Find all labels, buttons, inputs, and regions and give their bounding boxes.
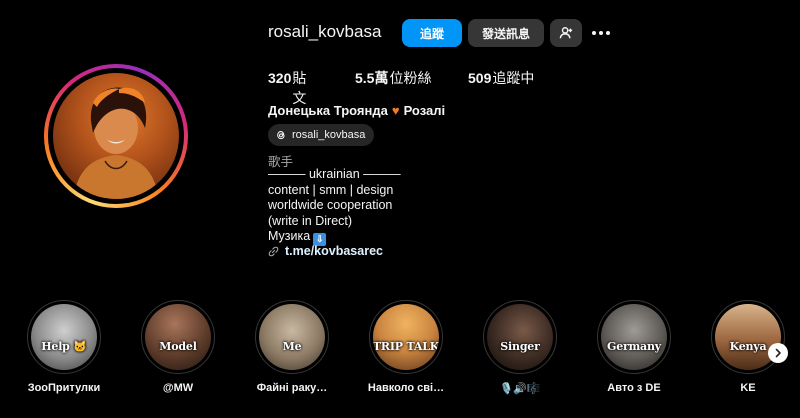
highlight-item[interactable]: Help 🐱 ЗооПритулки [19, 300, 109, 394]
highlight-ring: Germany [597, 300, 671, 374]
profile-username: rosali_kovbasa [268, 22, 382, 41]
full-name-suffix: Розалі [403, 103, 446, 118]
highlight-cover-text: Me [282, 339, 302, 353]
highlight-cover: Model [145, 304, 211, 370]
link-text: t.me/kovbasarec [285, 244, 383, 258]
bio-music-text: Музика [268, 229, 311, 243]
dot [599, 31, 603, 35]
highlight-cover: Me [259, 304, 325, 370]
highlight-cover: Help 🐱 [31, 304, 97, 370]
add-person-icon [559, 27, 573, 39]
profile-bio: ——— ukrainian ——— content | smm | design… [268, 167, 401, 246]
chevron-right-icon [775, 348, 781, 358]
highlight-item[interactable]: Germany Авто з DE [589, 300, 679, 394]
highlight-label: @MW [162, 382, 194, 394]
posts-label: 貼文 [292, 70, 307, 106]
profile-full-name: Донецька Троянда ♥ Розалі [268, 103, 445, 118]
highlight-label: 🎙️🔊🎼 [499, 383, 541, 395]
highlight-ring: Me [255, 300, 329, 374]
dot [592, 31, 596, 35]
highlight-item[interactable]: TRIP TALK Навколо сві… [361, 300, 451, 394]
highlight-ring: Help 🐱 [27, 300, 101, 374]
avatar[interactable] [53, 73, 179, 199]
highlight-item[interactable]: Model @MW [133, 300, 223, 394]
highlight-cover-text: TRIP TALK [373, 339, 439, 353]
threads-handle: rosali_kovbasa [292, 129, 366, 141]
highlight-label: Файні раку… [256, 382, 328, 394]
bio-line: (write in Direct) [268, 213, 353, 228]
highlight-ring: TRIP TALK [369, 300, 443, 374]
bio-line: content | smm | design [268, 182, 394, 197]
highlight-ring: Model [141, 300, 215, 374]
highlight-label: KE [740, 382, 756, 394]
bio-line: ——— ukrainian ——— [268, 167, 401, 181]
threads-icon [277, 131, 285, 140]
highlight-cover: Singer [487, 304, 553, 370]
highlight-cover-text: Germany [607, 339, 661, 353]
full-name-text: Донецька Троянда [268, 103, 388, 118]
followers-number: 5.5萬 [355, 70, 389, 86]
highlight-cover: Germany [601, 304, 667, 370]
posts-number: 320 [268, 70, 292, 86]
suggested-users-button[interactable] [550, 19, 582, 47]
highlights-next-button[interactable] [768, 343, 788, 363]
avatar-illustration [73, 87, 159, 199]
profile-external-link[interactable]: t.me/kovbasarec [268, 244, 383, 258]
posts-count: 320 貼文 [268, 68, 306, 108]
highlight-cover: TRIP TALK [373, 304, 439, 370]
followers-link[interactable]: 5.5萬 位粉絲 [355, 68, 431, 88]
followers-label: 位粉絲 [389, 70, 432, 86]
highlight-label: Навколо сві… [367, 382, 445, 394]
highlight-item[interactable]: Singer 🎙️🔊🎼 [475, 300, 565, 395]
following-label: 追蹤中 [492, 70, 535, 86]
highlight-item[interactable]: Me Файні раку… [247, 300, 337, 394]
threads-link-badge[interactable]: rosali_kovbasa [268, 124, 375, 146]
highlight-cover-text: Kenya [729, 339, 767, 353]
orange-heart-icon: ♥ [391, 103, 400, 118]
highlight-ring: Kenya [711, 300, 785, 374]
profile-avatar-ring[interactable] [44, 64, 188, 208]
following-number: 509 [468, 70, 492, 86]
highlight-ring: Singer [483, 300, 557, 374]
highlight-label: ЗооПритулки [27, 382, 101, 394]
story-highlights-tray: Help 🐱 ЗооПритулки Model @MW Me Файні ра… [0, 300, 800, 418]
message-button[interactable]: 發送訊息 [468, 19, 544, 47]
more-options-icon[interactable] [589, 22, 613, 44]
link-icon [268, 246, 279, 256]
highlight-cover-text: Help 🐱 [41, 339, 87, 353]
highlight-cover-text: Model [159, 339, 197, 353]
dot [606, 31, 610, 35]
following-link[interactable]: 509 追蹤中 [468, 68, 534, 88]
highlight-label: Авто з DE [607, 382, 661, 394]
highlight-cover-text: Singer [500, 339, 540, 353]
avatar-gap [48, 68, 184, 204]
follow-button[interactable]: 追蹤 [402, 19, 462, 47]
bio-line: worldwide cooperation [268, 198, 393, 212]
